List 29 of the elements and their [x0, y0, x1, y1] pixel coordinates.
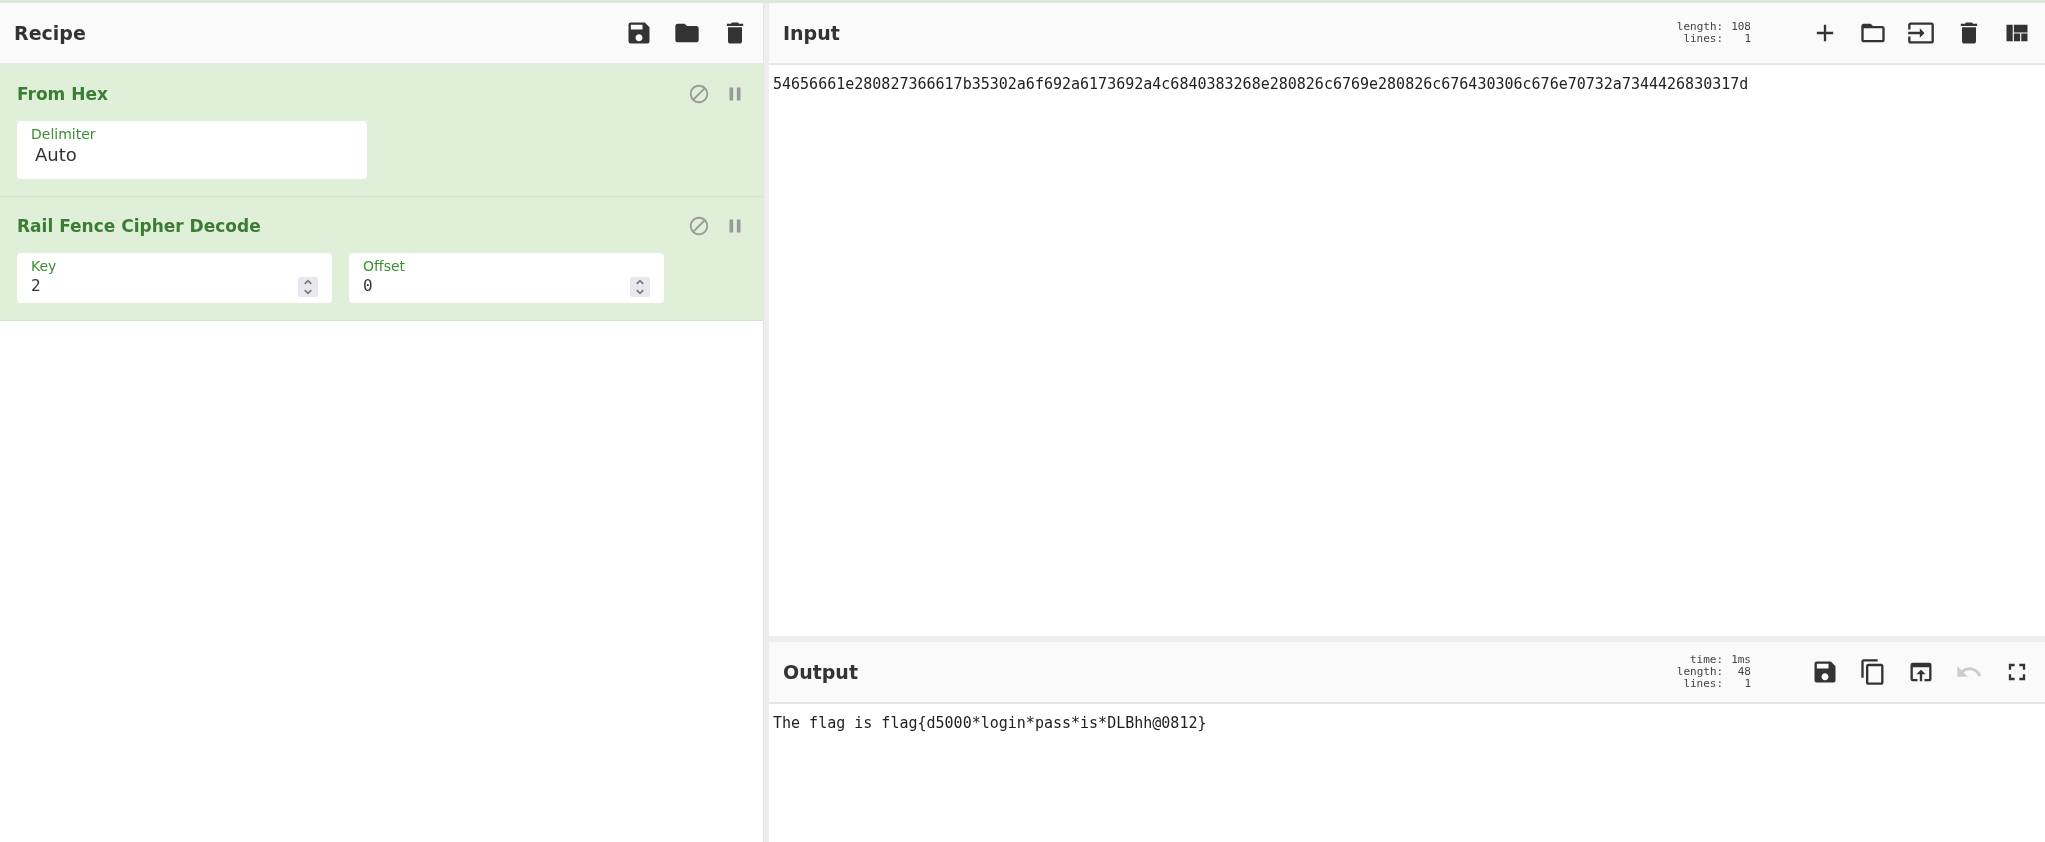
panel-title: Recipe: [14, 22, 87, 44]
stat-value: 1: [1743, 33, 1751, 45]
number-field[interactable]: Key 2: [17, 253, 332, 303]
spinner-icon[interactable]: [630, 277, 650, 297]
stat-label: lines:: [1682, 678, 1724, 690]
output-text: The flag is flag{d5000*login*pass*is*DLBhh@0812}: [773, 714, 1207, 732]
stat-label: time:: [1689, 654, 1724, 666]
panel-title: Input: [783, 22, 841, 44]
input-text[interactable]: 54656661e280827366617b35302a6f692a6173692a4c6840383268e280826c6769e280826c676430306c676e70732a7344426830317d: [773, 75, 1749, 93]
stat-label: length:: [1676, 21, 1724, 33]
field-label: Offset: [363, 258, 407, 274]
field-value: Auto: [34, 144, 77, 165]
stat-value: 1ms: [1731, 654, 1751, 666]
copy-icon[interactable]: [1859, 658, 1887, 686]
field-label: Delimiter: [31, 126, 97, 142]
stat-label: lines:: [1682, 33, 1724, 45]
stat-value: 108: [1731, 21, 1751, 33]
operation-title: Rail Fence Cipher Decode: [17, 216, 262, 236]
stat-label: length:: [1676, 666, 1724, 678]
number-field[interactable]: Offset 0: [349, 253, 664, 303]
operation-title: From Hex: [17, 84, 109, 104]
spinner-icon[interactable]: [298, 277, 318, 297]
field-value: 2: [31, 276, 41, 295]
stat-value: 1: [1743, 678, 1751, 690]
field-label: Key: [31, 258, 58, 274]
field-value: 0: [363, 276, 373, 295]
delimiter-field[interactable]: Delimiter Auto: [17, 121, 367, 179]
stat-value: 48: [1736, 666, 1751, 678]
panel-title: Output: [783, 661, 859, 683]
